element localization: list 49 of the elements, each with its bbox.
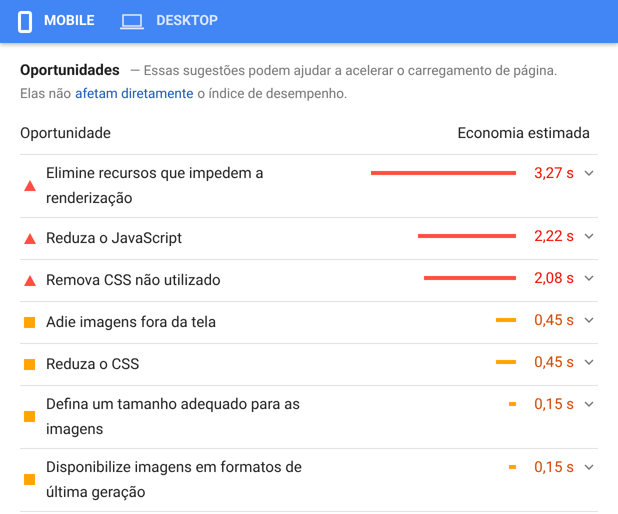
- section-title: Oportunidades: [20, 60, 120, 81]
- opportunity-label: Elimine recursos que impedem a renderização: [46, 162, 265, 208]
- opportunity-row[interactable]: Adie imagens fora da tela 0,45 s: [20, 302, 598, 344]
- opportunity-row[interactable]: Remova CSS não utilizado 2,08 s: [20, 260, 598, 302]
- savings-value: 0,15 s: [533, 394, 574, 415]
- chevron-down-icon[interactable]: [584, 233, 594, 239]
- savings-value: 0,15 s: [533, 456, 574, 478]
- opportunity-row[interactable]: Disponibilize imagens em formatos de última geração 0,15 s: [20, 448, 598, 512]
- chevron-down-icon[interactable]: [584, 359, 594, 365]
- column-header: Economia estimada: [458, 123, 591, 144]
- chevron-down-icon[interactable]: [584, 170, 594, 176]
- savings-value: 3,27 s: [533, 162, 574, 184]
- savings-value: 0,45 s: [533, 352, 574, 373]
- square-icon: [24, 474, 35, 485]
- opportunity-label: Reduza o CSS: [46, 354, 140, 374]
- chevron-down-icon[interactable]: [584, 464, 594, 470]
- opportunity-label: Reduza o JavaScript: [46, 228, 183, 248]
- savings-value: 2,08 s: [533, 268, 574, 289]
- chevron-down-icon[interactable]: [584, 317, 594, 323]
- note-text: Elas não: [20, 85, 72, 104]
- savings-value: 2,22 s: [533, 226, 574, 247]
- opportunity-row[interactable]: Defina um tamanho adequado para as imagens 0,15 s: [20, 386, 598, 448]
- chevron-down-icon[interactable]: [584, 401, 594, 407]
- note-text: o índice de desempenho.: [197, 85, 348, 104]
- docs-link[interactable]: afetam diretamente: [75, 83, 194, 106]
- savings-bar: [509, 465, 516, 469]
- section-description: — Essas sugestões podem ajudar a acelerar o carregamento de página.: [130, 62, 558, 81]
- square-icon: [24, 411, 35, 422]
- opportunity-row[interactable]: Elimine recursos que impedem a renderização 3,27 s: [20, 154, 598, 218]
- phone-icon: [18, 10, 32, 32]
- opportunity-row[interactable]: Reduza o JavaScript 2,22 s: [20, 218, 598, 260]
- laptop-icon: [120, 14, 144, 30]
- opportunity-label: Defina um tamanho adequado para as imagens: [46, 394, 302, 440]
- chevron-down-icon[interactable]: [584, 275, 594, 281]
- savings-bar: [496, 360, 516, 364]
- device-tab[interactable]: MOBILE: [18, 10, 94, 32]
- warning-triangle-icon: [24, 232, 36, 244]
- square-icon: [24, 358, 35, 370]
- opportunity-label: Disponibilize imagens em formatos de última geração: [46, 456, 303, 502]
- warning-triangle-icon: [24, 180, 36, 191]
- savings-bar: [509, 402, 516, 406]
- opportunity-label: Remova CSS não utilizado: [46, 270, 222, 290]
- savings-value: 0,45 s: [533, 310, 574, 331]
- square-icon: [24, 316, 35, 328]
- savings-bar: [496, 318, 516, 322]
- opportunity-row[interactable]: Reduza o CSS 0,45 s: [20, 344, 598, 386]
- warning-triangle-icon: [24, 274, 36, 286]
- opportunity-label: Adie imagens fora da tela: [46, 312, 218, 332]
- column-header: Oportunidade: [20, 123, 111, 144]
